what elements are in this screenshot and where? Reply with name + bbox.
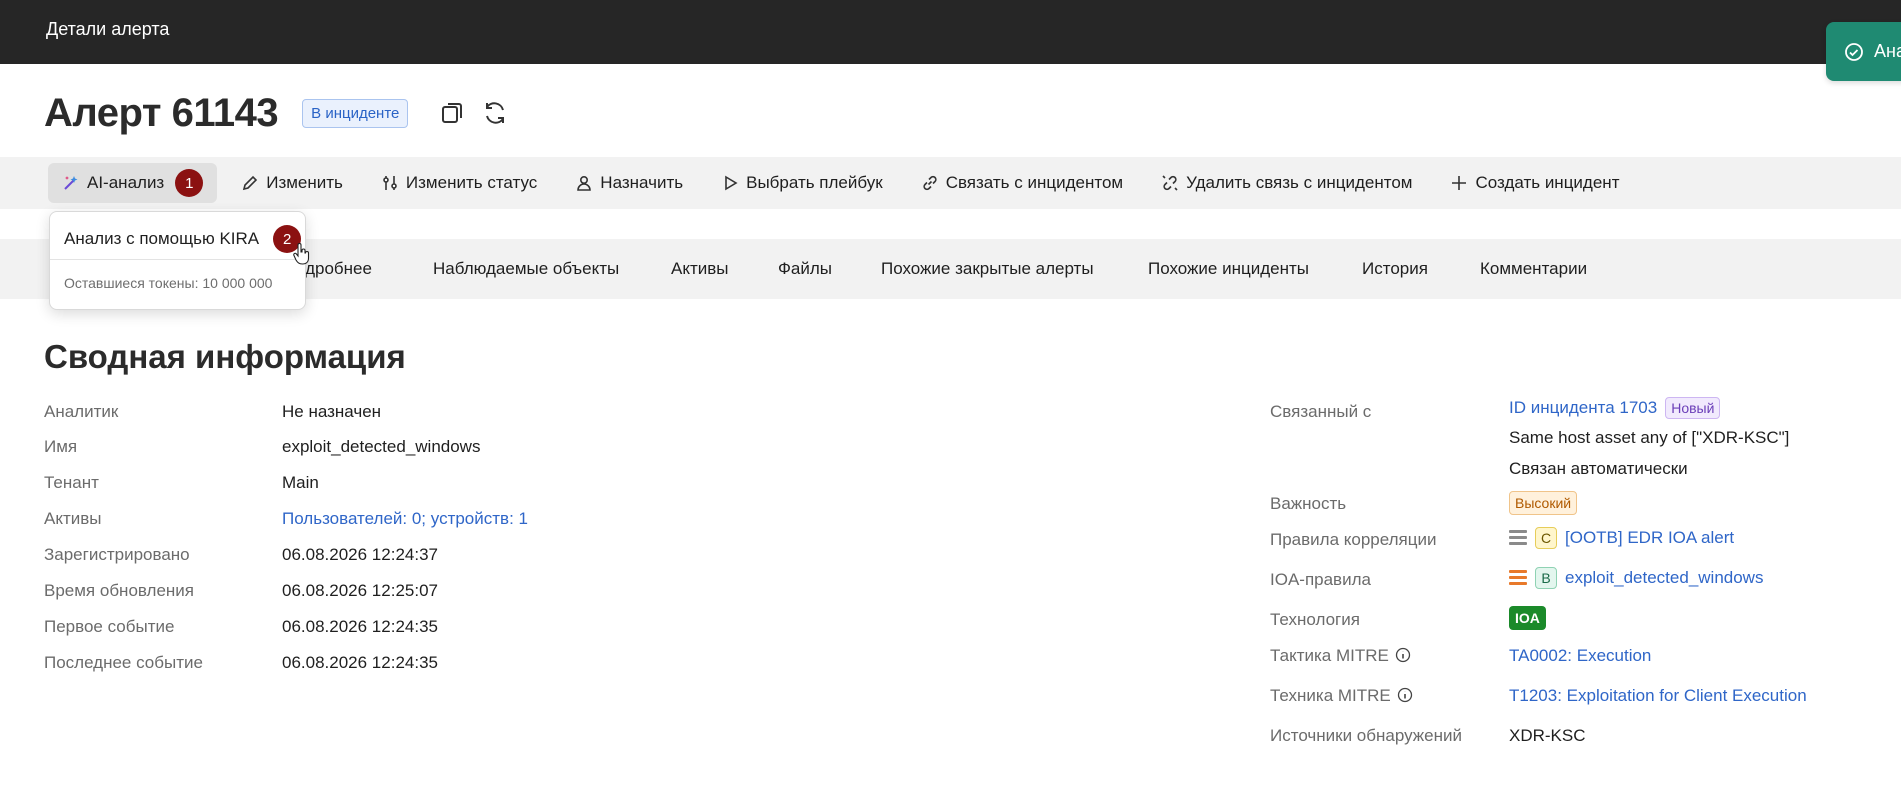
mitre-technique-text: Техника MITRE [1270, 686, 1391, 705]
success-toast[interactable]: Ана [1826, 22, 1901, 81]
info-icon[interactable] [1395, 647, 1411, 663]
link-icon [923, 175, 937, 191]
plus-icon [1452, 176, 1467, 190]
refresh-button[interactable] [480, 98, 510, 128]
assign-label: Назначить [600, 173, 684, 192]
copy-button[interactable] [438, 98, 468, 128]
choose-playbook-label: Выбрать плейбук [746, 173, 883, 192]
refresh-icon [486, 102, 505, 124]
assign-button[interactable]: Назначить [561, 163, 697, 203]
status-badge: В инциденте [302, 98, 409, 128]
incident-link[interactable]: ID инцидента 1703 [1509, 398, 1657, 417]
kira-analysis-label: Анализ с помощью KIRA [64, 229, 260, 248]
link-incident-button[interactable]: Связать с инцидентом [907, 163, 1137, 203]
updated-value: 06.08.2026 12:25:07 [282, 581, 438, 600]
ai-analysis-dropdown: Анализ с помощью KIRA 2 Оставшиеся токен… [49, 211, 306, 310]
page-title: Алерт 61143 [44, 90, 279, 135]
unlink-incident-label: Удалить связь с инцидентом [1186, 173, 1413, 192]
mitre-technique-label: Техника MITRE [1270, 686, 1413, 706]
check-circle-icon [1845, 42, 1863, 61]
name-value: exploit_detected_windows [282, 437, 481, 456]
related-incident-row: ID инцидента 1703 Новый [1509, 397, 1721, 419]
mitre-tactic-text: Тактика MITRE [1270, 646, 1389, 665]
tenant-value: Main [282, 473, 319, 492]
related-label: Связанный с [1270, 402, 1372, 421]
assets-label: Активы [44, 509, 102, 528]
ioa-rule-row: B exploit_detected_windows [1509, 567, 1763, 589]
edit-label: Изменить [266, 173, 343, 192]
topbar-title: Детали алерта [46, 19, 170, 39]
updated-label: Время обновления [44, 581, 195, 600]
mitre-technique-link[interactable]: T1203: Exploitation for Client Execution [1509, 686, 1807, 706]
link-incident-label: Связать с инцидентом [945, 173, 1124, 192]
correlation-label: Правила корреляции [1270, 530, 1437, 549]
severity-label: Важность [1270, 494, 1347, 513]
related-auto: Связан автоматически [1509, 459, 1688, 478]
tab-assets[interactable]: Активы [671, 259, 729, 279]
ioa-rule-link[interactable]: exploit_detected_windows [1565, 568, 1763, 588]
sliders-icon [383, 176, 397, 190]
related-rule: Same host asset any of ["XDR-KSC"] [1509, 428, 1790, 447]
alert-header: Алерт 61143 В инциденте [44, 88, 510, 138]
stack-gray-icon [1509, 530, 1527, 545]
copy-icon [442, 103, 463, 123]
tab-similar-closed-alerts[interactable]: Похожие закрытые алерты [881, 259, 1094, 279]
hand-cursor-icon [293, 243, 310, 265]
first-event-label: Первое событие [44, 617, 175, 636]
tab-comments[interactable]: Комментарии [1480, 259, 1587, 279]
ioa-label: IOA-правила [1270, 570, 1371, 589]
ai-sparkle-icon [64, 176, 78, 190]
pencil-icon [243, 175, 258, 191]
change-status-button[interactable]: Изменить статус [367, 163, 551, 203]
technology-label: Технология [1270, 610, 1360, 629]
assets-link[interactable]: Пользователей: 0; устройств: 1 [282, 509, 528, 529]
severity-badge: Высокий [1509, 491, 1578, 515]
section-title: Сводная информация [44, 338, 406, 375]
analyst-value: Не назначен [282, 402, 382, 421]
kira-analysis-item[interactable]: Анализ с помощью KIRA 2 [64, 225, 302, 253]
name-label: Имя [44, 437, 78, 456]
first-event-value: 06.08.2026 12:24:35 [282, 617, 438, 636]
sources-value: XDR-KSC [1509, 726, 1586, 745]
unlink-icon [1162, 175, 1178, 191]
tenant-label: Тенант [44, 473, 99, 492]
remaining-tokens: Оставшиеся токены: 10 000 000 [64, 275, 273, 291]
choose-playbook-button[interactable]: Выбрать плейбук [707, 163, 897, 203]
toast-text: Ана [1874, 41, 1901, 61]
top-bar: Детали алерта [0, 0, 1901, 64]
mitre-tactic-label: Тактика MITRE [1270, 646, 1411, 666]
last-event-value: 06.08.2026 12:24:35 [282, 653, 438, 672]
step-badge: 1 [175, 169, 204, 197]
create-incident-label: Создать инцидент [1475, 173, 1620, 192]
rule-type-badge: B [1535, 567, 1557, 589]
tab-observables[interactable]: Наблюдаемые объекты [433, 259, 619, 279]
correlation-rule-link[interactable]: [OOTB] EDR IOA alert [1565, 528, 1734, 548]
unlink-incident-button[interactable]: Удалить связь с инцидентом [1147, 163, 1426, 203]
mitre-tactic-link[interactable]: TA0002: Execution [1509, 646, 1651, 666]
rule-type-badge: C [1535, 527, 1557, 549]
ai-analysis-label: AI-анализ [87, 173, 165, 192]
play-icon [725, 175, 738, 191]
create-incident-button[interactable]: Создать инцидент [1436, 163, 1633, 203]
last-event-label: Последнее событие [44, 653, 203, 672]
analyst-label: Аналитик [44, 402, 119, 421]
sources-label: Источники обнаружений [1270, 726, 1462, 745]
registered-label: Зарегистрировано [44, 545, 190, 564]
stack-orange-icon [1509, 570, 1527, 585]
tab-similar-incidents[interactable]: Похожие инциденты [1148, 259, 1309, 279]
change-status-label: Изменить статус [405, 173, 538, 192]
action-toolbar: AI-анализ 1 Изменить Изменить статус Наз… [0, 157, 1901, 209]
registered-value: 06.08.2026 12:24:37 [282, 545, 438, 564]
tab-history[interactable]: История [1362, 259, 1428, 279]
info-icon[interactable] [1397, 687, 1413, 703]
incident-status-badge: Новый [1665, 397, 1721, 419]
correlation-rule-row: C [OOTB] EDR IOA alert [1509, 527, 1734, 549]
user-icon [577, 175, 592, 191]
dropdown-divider [50, 259, 305, 260]
technology-badge: IOA [1509, 606, 1546, 630]
edit-button[interactable]: Изменить [227, 163, 357, 203]
tab-files[interactable]: Файлы [778, 259, 832, 279]
ai-analysis-button[interactable]: AI-анализ 1 [48, 163, 218, 203]
